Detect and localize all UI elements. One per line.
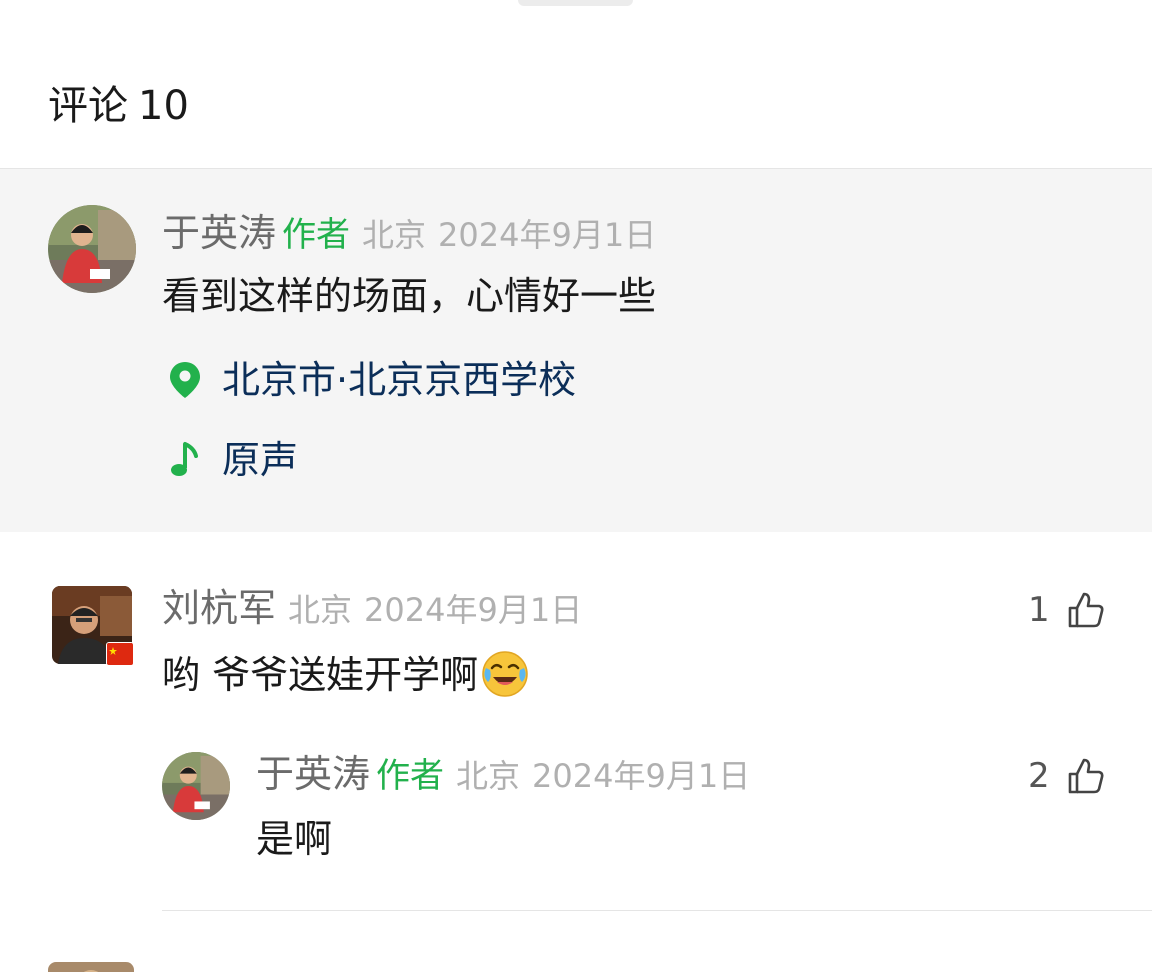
comment-date: 2024年9月1日 — [364, 591, 583, 629]
reply-author-avatar[interactable] — [162, 752, 230, 820]
china-flag-icon — [106, 642, 134, 666]
comments-header: 评论 10 — [48, 80, 189, 132]
drag-handle[interactable] — [518, 0, 633, 6]
reply-author-badge: 作者 — [376, 756, 445, 796]
comments-panel: 评论10 于英涛作者北京2024年9月1日 看到这样的场面，心情好一些 — [0, 0, 1152, 972]
reply-date: 2024年9月1日 — [532, 757, 751, 795]
commenter-name[interactable]: 刘杭军 — [162, 586, 276, 630]
comment-location: 北京 — [288, 591, 353, 629]
comments-count: 10 — [138, 83, 189, 129]
next-commenter-avatar[interactable] — [48, 962, 134, 972]
reply-text: 是啊 — [256, 817, 333, 861]
music-tag[interactable]: 原声 — [168, 435, 298, 485]
author-avatar[interactable] — [48, 205, 136, 293]
comment-text-content: 哟 爷爷送娃开学啊 — [162, 653, 479, 697]
author-comment-card: 于英涛 作者 北京 2024年9月1日 看到这样的场面，心情好一些 北京市·北京京西学… — [0, 169, 1152, 532]
thumbs-up-icon — [1068, 592, 1104, 628]
comment-like-count: 1 — [1028, 590, 1050, 630]
location-tag-label: 北京市·北京京西学校 — [222, 358, 577, 402]
location-tag[interactable]: 北京市·北京京西学校 — [168, 355, 576, 405]
comment-text: 哟 爷爷送娃开学啊 — [162, 648, 530, 700]
reply-like-button[interactable]: 2 — [1028, 756, 1106, 796]
reply-divider — [162, 910, 1152, 911]
author-comment-date: 2024年9月1日 — [438, 216, 657, 254]
location-pin-icon — [170, 362, 200, 398]
reply-like-count: 2 — [1028, 756, 1050, 796]
author-comment-meta: 于英涛 作者 北京 2024年9月1日 — [162, 211, 656, 257]
laughing-crying-emoji-icon — [480, 648, 530, 698]
author-badge: 作者 — [282, 215, 351, 255]
music-note-icon — [171, 442, 198, 476]
reply-author-name[interactable]: 于英涛 — [256, 752, 370, 796]
comment-meta: 刘杭军 北京 2024年9月1日 — [162, 586, 582, 632]
author-comment-text: 看到这样的场面，心情好一些 — [162, 274, 657, 318]
author-comment-location: 北京 — [362, 216, 427, 254]
comments-title: 评论 — [48, 83, 128, 129]
thumbs-up-icon — [1068, 758, 1104, 794]
commenter-avatar[interactable] — [52, 586, 134, 666]
comment-like-button[interactable]: 1 — [1028, 590, 1106, 630]
author-name[interactable]: 于英涛 — [162, 211, 276, 255]
reply-location: 北京 — [456, 757, 521, 795]
music-tag-label: 原声 — [222, 438, 299, 482]
reply-meta: 于英涛 作者 北京 2024年9月1日 — [256, 752, 750, 798]
